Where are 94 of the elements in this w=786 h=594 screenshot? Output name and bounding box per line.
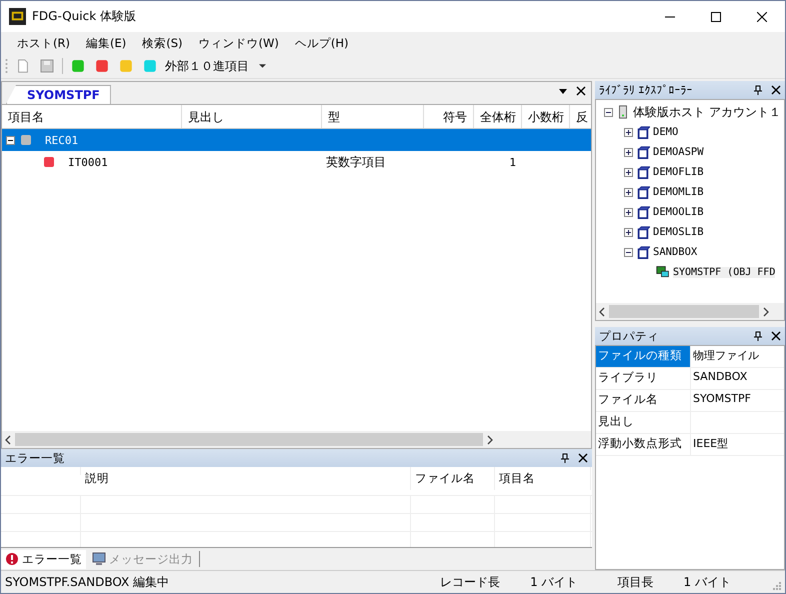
panel-title: エラー一覧 — [5, 450, 65, 466]
color-square-icon[interactable] — [95, 59, 109, 73]
table-cell: REC01 — [45, 134, 78, 146]
collapse-icon[interactable] — [604, 108, 613, 116]
column-header[interactable]: 見出し — [182, 105, 322, 128]
grip-icon — [5, 58, 8, 74]
server-icon — [616, 105, 630, 119]
column-header[interactable]: 説明 — [85, 471, 109, 486]
file-object-icon — [656, 265, 670, 279]
column-header[interactable]: 小数桁 — [522, 105, 570, 128]
record-icon — [21, 135, 31, 145]
menu-item[interactable]: 編集(E) — [78, 36, 134, 50]
tree-item[interactable]: DEMOASPW — [653, 146, 704, 158]
column-header[interactable]: 型 — [322, 105, 424, 128]
menu-item[interactable]: ホスト(R) — [9, 36, 78, 50]
panel-title: プロパティ — [599, 328, 659, 344]
column-header[interactable]: 項目名 — [2, 105, 182, 128]
property-name[interactable]: 見出し — [596, 412, 691, 433]
color-square-icon[interactable] — [143, 59, 157, 73]
expand-icon[interactable] — [624, 128, 633, 136]
menu-item[interactable]: ウィンドウ(W) — [190, 36, 287, 50]
app-logo-icon — [9, 8, 26, 25]
table-cell: IT0001 — [68, 156, 108, 168]
property-value: IEEE型 — [693, 437, 728, 450]
property-name[interactable]: ファイルの種類 — [596, 346, 691, 367]
scroll-right-icon[interactable] — [487, 434, 493, 445]
library-box-icon — [636, 165, 650, 179]
expand-icon[interactable] — [624, 228, 633, 236]
expand-icon[interactable] — [624, 168, 633, 176]
property-value: SYOMSTPF — [693, 392, 751, 405]
panel-title: ﾗｲﾌﾞﾗﾘ ｴｸｽﾌﾟﾛｰﾗｰ — [599, 83, 693, 97]
table-cell: 英数字項目 — [326, 154, 386, 168]
column-header[interactable]: 項目名 — [499, 471, 535, 486]
library-box-icon — [636, 205, 650, 219]
expand-icon[interactable] — [624, 148, 633, 156]
property-name[interactable]: 浮動小数点形式 — [596, 434, 691, 455]
tree-item[interactable]: SYOMSTPF (OBJ FFD — [673, 266, 776, 278]
column-header[interactable]: 符号 — [424, 105, 474, 128]
property-name[interactable]: ライブラリ — [596, 368, 691, 389]
column-header[interactable]: 反 — [570, 105, 591, 128]
expand-icon[interactable] — [624, 188, 633, 196]
tree-item[interactable]: SANDBOX — [653, 246, 698, 258]
dropdown-caret-icon[interactable] — [259, 64, 266, 68]
horizontal-scrollbar[interactable] — [596, 303, 784, 320]
item-type-dropdown[interactable]: 外部１０進項目 — [165, 58, 249, 74]
status-label: 項目長 — [618, 574, 654, 590]
tree-item[interactable]: DEMOMLIB — [653, 186, 704, 198]
status-label: レコード長 — [440, 574, 500, 590]
column-header[interactable]: 全体桁 — [474, 105, 522, 128]
column-header[interactable]: ファイル名 — [415, 471, 475, 486]
tree-item[interactable]: DEMOSLIB — [653, 226, 704, 238]
close-icon[interactable] — [771, 85, 781, 95]
color-square-icon[interactable] — [71, 59, 85, 73]
expand-icon[interactable] — [624, 208, 633, 216]
scroll-left-icon[interactable] — [599, 306, 605, 316]
menu-item[interactable]: ヘルプ(H) — [286, 36, 356, 50]
close-icon[interactable] — [771, 331, 781, 341]
pin-icon[interactable] — [753, 85, 763, 95]
pin-icon[interactable] — [560, 453, 570, 464]
library-box-icon — [636, 145, 650, 159]
horizontal-scrollbar[interactable] — [2, 431, 591, 448]
document-tab[interactable]: SYOMSTPF — [6, 85, 111, 104]
color-square-icon[interactable] — [119, 59, 133, 73]
property-name[interactable]: ファイル名 — [596, 390, 691, 411]
library-box-icon — [636, 245, 650, 259]
tree-item[interactable]: DEMOOLIB — [653, 206, 704, 218]
tree-item[interactable]: 体験版ホスト アカウント１ — [633, 104, 781, 120]
library-box-icon — [636, 185, 650, 199]
property-value: SANDBOX — [693, 370, 748, 383]
tree-item[interactable]: DEMOFLIB — [653, 166, 704, 178]
collapse-icon[interactable] — [624, 248, 633, 256]
pin-icon[interactable] — [753, 331, 763, 341]
status-value: 1 バイト — [684, 574, 731, 590]
library-box-icon — [636, 125, 650, 139]
tree-item[interactable]: DEMO — [653, 126, 678, 138]
close-icon[interactable] — [578, 453, 588, 464]
scroll-left-icon[interactable] — [5, 434, 11, 445]
error-icon — [5, 552, 19, 566]
resize-grip-icon[interactable] — [771, 580, 781, 590]
property-value: 物理ファイル — [693, 349, 759, 362]
new-file-icon[interactable] — [16, 59, 30, 73]
monitor-icon — [92, 552, 106, 566]
status-message: SYOMSTPF.SANDBOX 編集中 — [5, 574, 170, 590]
panel-tab[interactable]: エラー一覧 — [1, 550, 86, 569]
table-cell-text: 1 — [509, 156, 517, 169]
close-icon[interactable] — [576, 86, 586, 96]
collapse-icon[interactable] — [6, 136, 15, 144]
status-value: 1 バイト — [530, 574, 578, 590]
table-row[interactable]: REC01 — [2, 129, 591, 151]
scroll-right-icon[interactable] — [763, 306, 769, 316]
library-box-icon — [636, 225, 650, 239]
table-row[interactable]: IT0001 英数字項目 1 — [2, 151, 591, 173]
menu-item[interactable]: 検索(S) — [134, 36, 190, 50]
window-title: FDG-Quick 体験版 — [32, 8, 136, 25]
